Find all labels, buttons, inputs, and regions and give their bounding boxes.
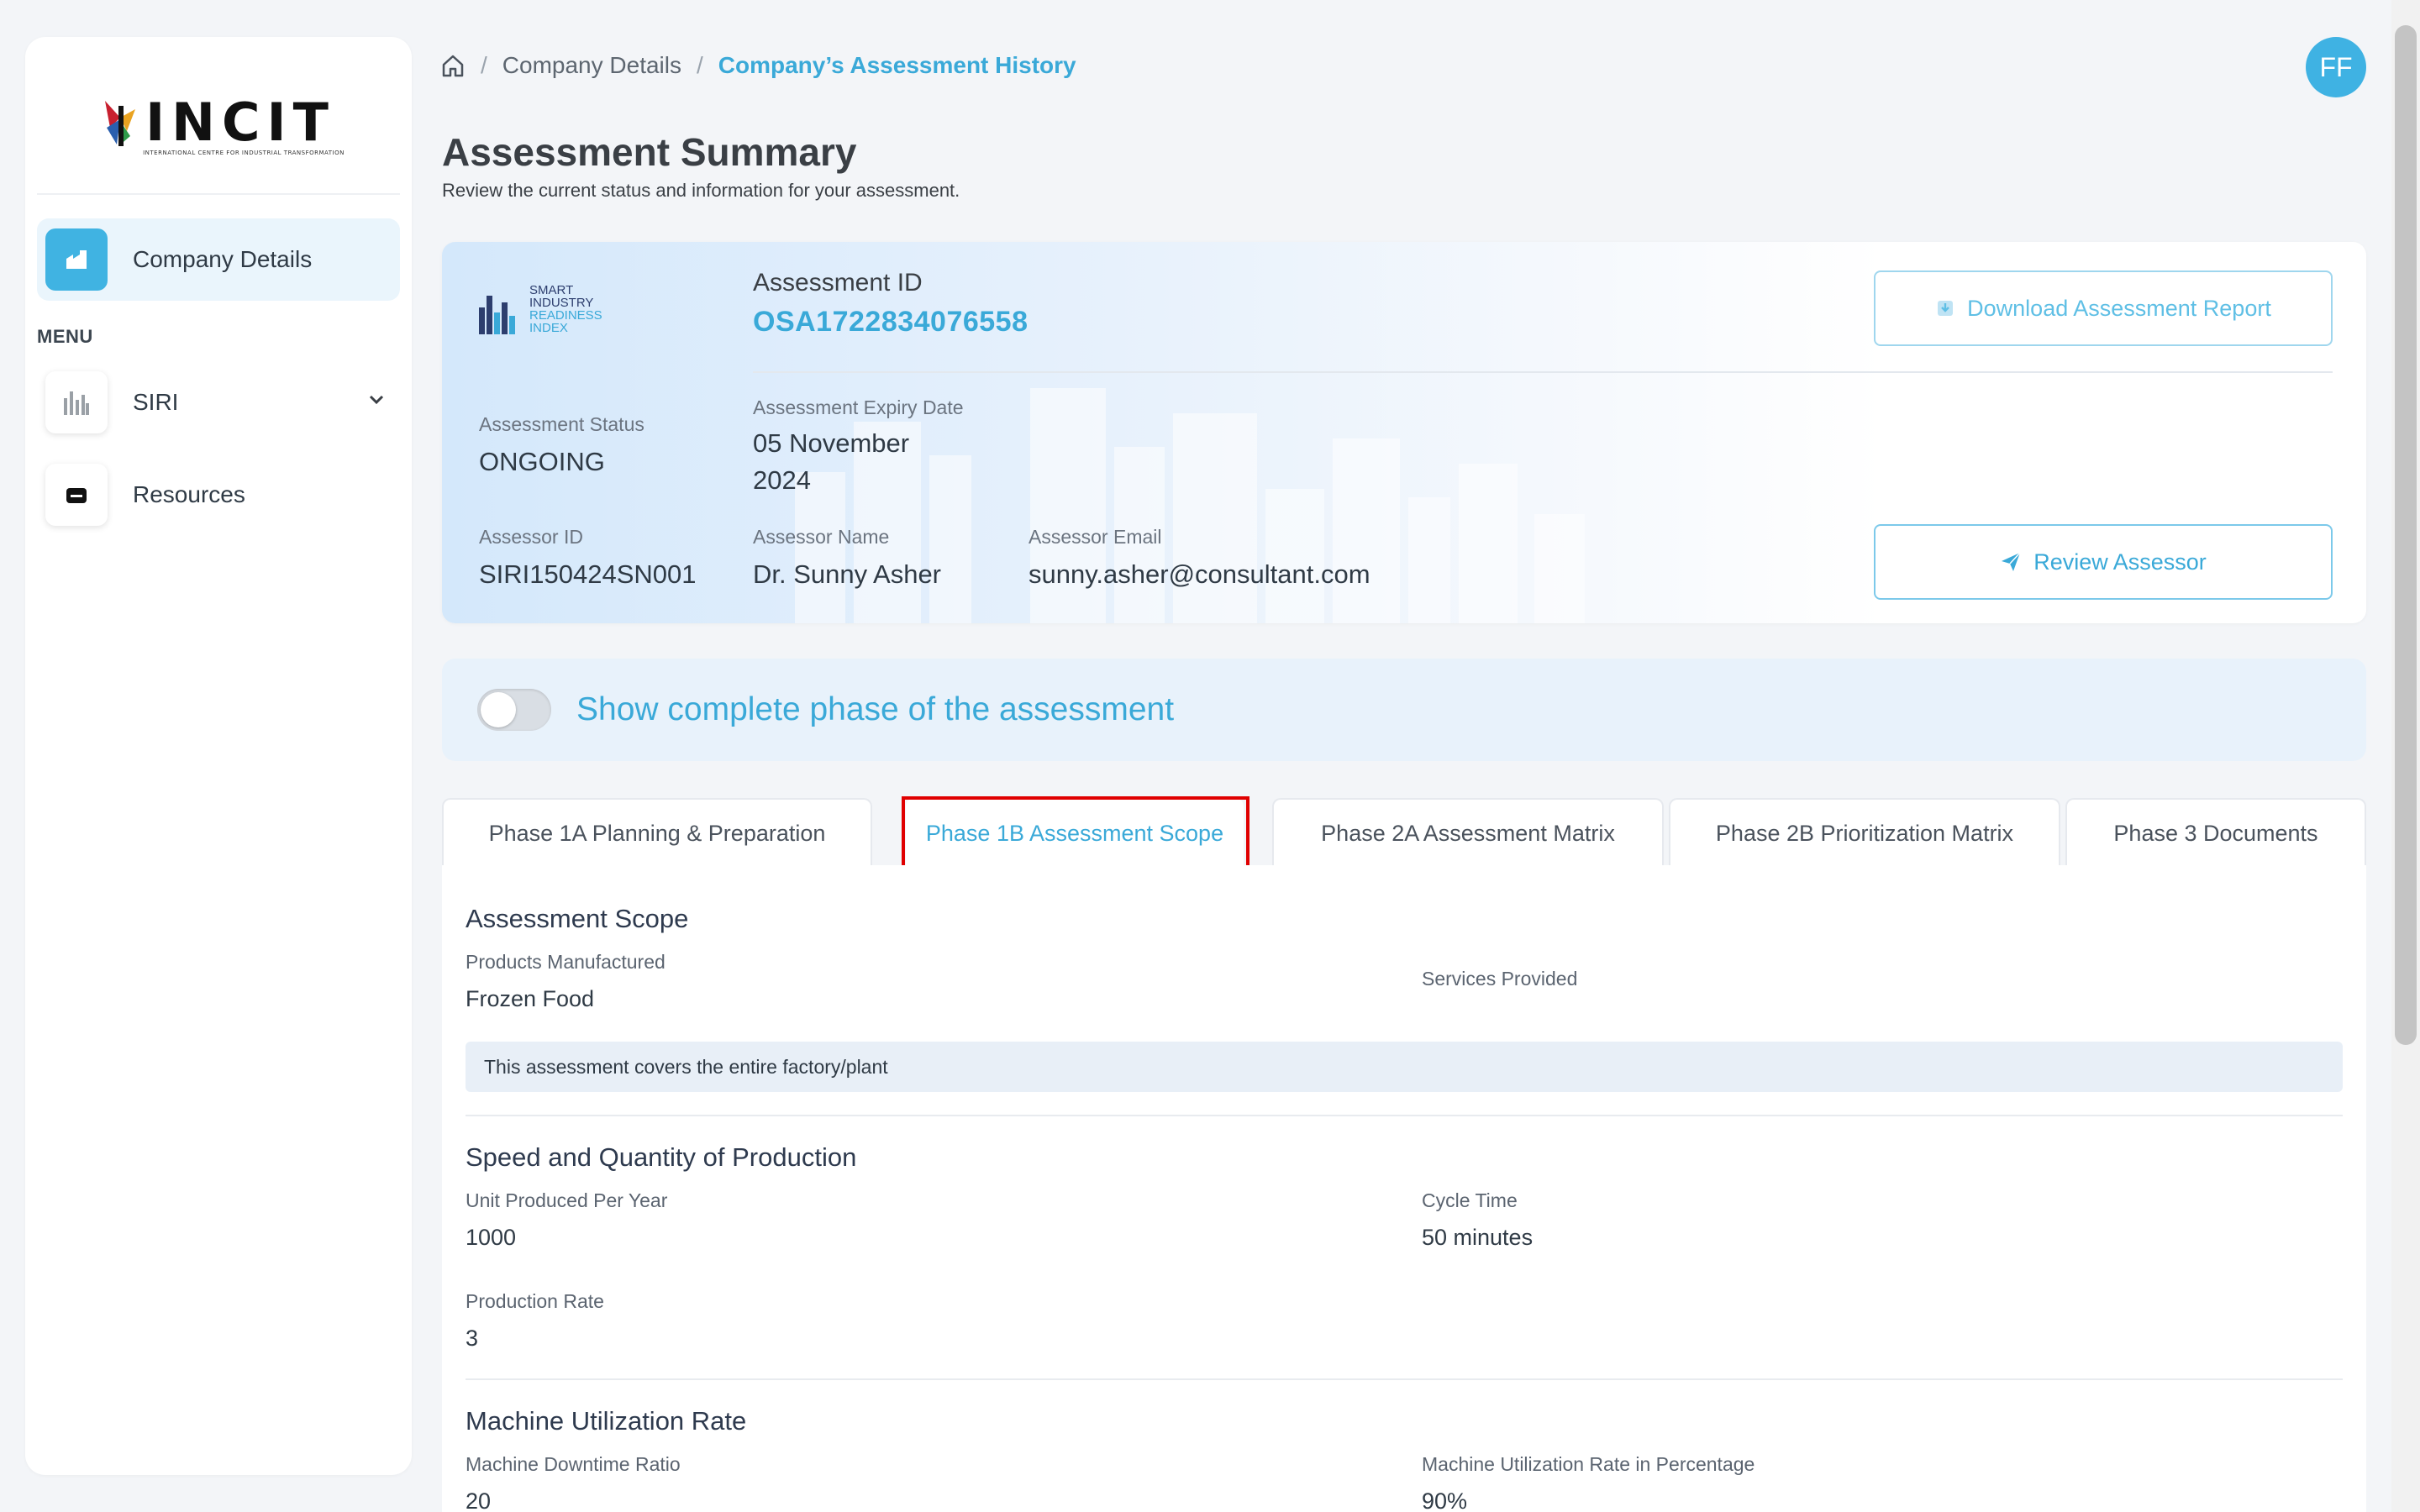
company-icon (45, 228, 108, 291)
production-rate-label: Production Rate (466, 1290, 604, 1312)
breadcrumb-separator: / (481, 52, 487, 78)
home-icon[interactable] (440, 53, 466, 78)
sidebar: INCIT INTERNATIONAL CENTRE FOR INDUSTRIA… (25, 37, 412, 1475)
siri-bars-icon (479, 296, 515, 334)
tab-phase-2a[interactable]: Phase 2A Assessment Matrix (1272, 798, 1664, 867)
assessment-summary-card: SMART INDUSTRY READINESS INDEX Assessmen… (442, 242, 2366, 623)
sidebar-item-siri[interactable]: SIRI (37, 365, 400, 440)
tab-phase-3[interactable]: Phase 3 Documents (2065, 798, 2366, 867)
page-title: Assessment Summary (442, 130, 857, 174)
logo-area: INCIT INTERNATIONAL CENTRE FOR INDUSTRIA… (37, 54, 400, 195)
assessor-id-label: Assessor ID (479, 526, 583, 548)
page-subtitle: Review the current status and informatio… (442, 180, 960, 201)
sidebar-item-label: Company Details (133, 246, 313, 272)
tab-phase-1a[interactable]: Phase 1A Planning & Preparation (442, 798, 872, 867)
sidebar-item-resources[interactable]: Resources (37, 457, 400, 533)
page: INCIT INTERNATIONAL CENTRE FOR INDUSTRIA… (0, 0, 2420, 1512)
section-divider (466, 1378, 2343, 1380)
expiry-date-label: Assessment Expiry Date (753, 396, 964, 418)
siri-logo-line: INDEX (529, 321, 568, 335)
products-label: Products Manufactured (466, 951, 666, 973)
scrollbar-thumb[interactable] (2395, 25, 2417, 1045)
sidebar-item-company-details[interactable]: Company Details (37, 218, 400, 301)
toggle-knob (481, 692, 516, 727)
section-divider (466, 1115, 2343, 1116)
assessment-scope-title: Assessment Scope (466, 904, 689, 933)
assessor-id-value: SIRI150424SN001 (479, 559, 697, 589)
expiry-date-year: 2024 (753, 465, 811, 495)
downtime-label: Machine Downtime Ratio (466, 1453, 681, 1475)
breadcrumb-company-details[interactable]: Company Details (502, 52, 681, 79)
phase-tabs: Phase 1A Planning & Preparation Phase 1B… (442, 798, 2366, 867)
scope-note: This assessment covers the entire factor… (466, 1042, 2343, 1092)
assessor-email-label: Assessor Email (1028, 526, 1162, 548)
folder-icon (45, 464, 108, 526)
download-icon (1938, 301, 1954, 316)
download-report-label: Download Assessment Report (1967, 295, 2271, 321)
assessor-name-label: Assessor Name (753, 526, 890, 548)
show-complete-phase-toggle[interactable] (477, 689, 551, 731)
menu-label: MENU (37, 326, 93, 347)
production-title: Speed and Quantity of Production (466, 1142, 857, 1172)
breadcrumb-separator: / (696, 52, 703, 78)
status-value: ONGOING (479, 447, 605, 476)
production-rate-value: 3 (466, 1326, 479, 1351)
chevron-down-icon[interactable] (366, 390, 387, 410)
phase-1b-content: Assessment Scope Products Manufactured F… (442, 865, 2366, 1512)
download-report-button[interactable]: Download Assessment Report (1874, 270, 2333, 346)
expiry-date-value: 05 November (753, 428, 910, 458)
downtime-value: 20 (466, 1488, 492, 1512)
review-assessor-label: Review Assessor (2033, 549, 2207, 575)
siri-logo: SMART INDUSTRY READINESS INDEX (479, 284, 602, 334)
machine-utilization-title: Machine Utilization Rate (466, 1406, 747, 1436)
siri-logo-line: INDUSTRY (529, 296, 594, 310)
assessor-email-value: sunny.asher@consultant.com (1028, 559, 1370, 589)
summary-divider (753, 371, 2333, 373)
tab-phase-2b[interactable]: Phase 2B Prioritization Matrix (1669, 798, 2060, 867)
logo-subtitle: INTERNATIONAL CENTRE FOR INDUSTRIAL TRAN… (143, 149, 345, 156)
siri-logo-line: READINESS (529, 308, 602, 323)
review-assessor-button[interactable]: Review Assessor (1874, 524, 2333, 600)
utilization-label: Machine Utilization Rate in Percentage (1422, 1453, 1755, 1475)
units-label: Unit Produced Per Year (466, 1189, 668, 1211)
siri-logo-line: SMART (529, 283, 574, 297)
cycle-time-label: Cycle Time (1422, 1189, 1518, 1211)
utilization-value: 90% (1422, 1488, 1468, 1512)
breadcrumb: / Company Details / Company’s Assessment… (440, 49, 1076, 82)
assessment-id-label: Assessment ID (753, 269, 923, 297)
sidebar-item-label: SIRI (133, 389, 179, 415)
status-label: Assessment Status (479, 413, 644, 435)
logo-text: INCIT (145, 91, 335, 153)
butterfly-icon (105, 101, 136, 146)
tab-phase-1b[interactable]: Phase 1B Assessment Scope (906, 798, 1244, 867)
show-complete-phase-bar: Show complete phase of the assessment (442, 659, 2366, 761)
assessor-name-value: Dr. Sunny Asher (753, 559, 942, 589)
cycle-time-value: 50 minutes (1422, 1225, 1534, 1250)
incit-logo[interactable]: INCIT INTERNATIONAL CENTRE FOR INDUSTRIA… (92, 92, 345, 156)
show-complete-phase-label: Show complete phase of the assessment (576, 691, 1175, 727)
bar-chart-icon (45, 371, 108, 433)
products-value: Frozen Food (466, 986, 595, 1011)
services-label: Services Provided (1422, 968, 1578, 990)
assessment-id-value: OSA1722834076558 (753, 306, 1028, 338)
sidebar-item-label: Resources (133, 481, 245, 507)
breadcrumb-assessment-history: Company’s Assessment History (718, 52, 1076, 78)
send-icon (2002, 552, 2021, 571)
units-value: 1000 (466, 1225, 517, 1250)
avatar[interactable]: FF (2306, 37, 2366, 97)
